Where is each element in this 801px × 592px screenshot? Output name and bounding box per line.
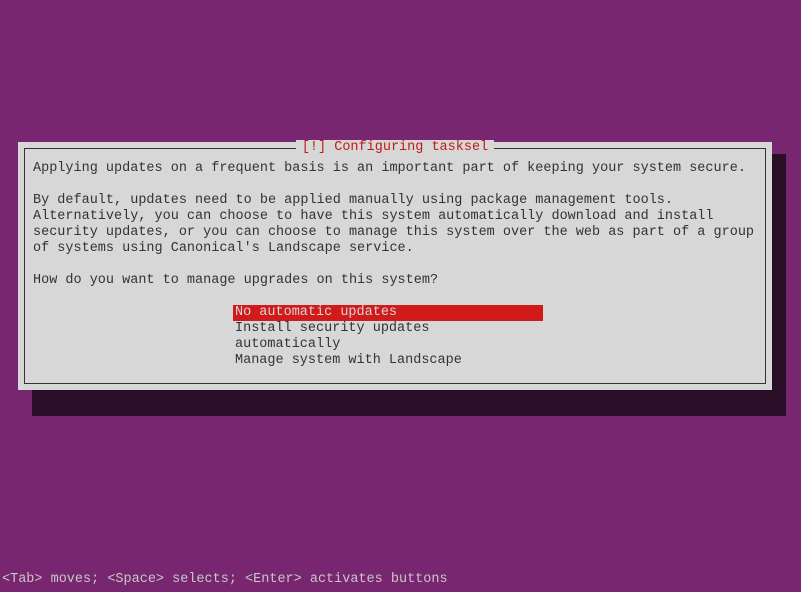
dialog-paragraph-1: Applying updates on a frequent basis is … bbox=[33, 161, 757, 177]
option-install-security-updates[interactable]: Install security updates automatically bbox=[233, 321, 543, 353]
dialog-question: How do you want to manage upgrades on th… bbox=[33, 273, 757, 289]
dialog-title: [!] Configuring tasksel bbox=[296, 140, 494, 156]
dialog-paragraph-2: By default, updates need to be applied m… bbox=[33, 193, 757, 257]
help-bar: <Tab> moves; <Space> selects; <Enter> ac… bbox=[2, 572, 448, 588]
dialog-box: [!] Configuring tasksel Applying updates… bbox=[18, 142, 772, 390]
options-list: No automatic updates Install security up… bbox=[233, 305, 757, 369]
dialog-inner: [!] Configuring tasksel Applying updates… bbox=[24, 148, 766, 384]
option-manage-with-landscape[interactable]: Manage system with Landscape bbox=[233, 353, 543, 369]
option-no-automatic-updates[interactable]: No automatic updates bbox=[233, 305, 543, 321]
dialog-title-wrap: [!] Configuring tasksel bbox=[25, 140, 765, 156]
